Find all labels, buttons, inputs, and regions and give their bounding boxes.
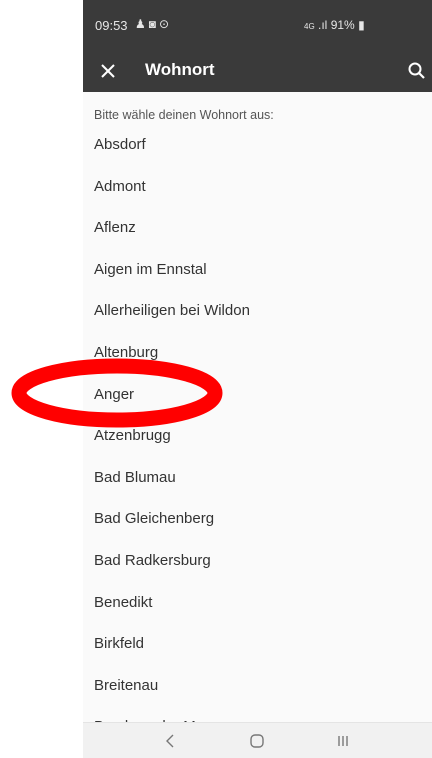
notification-icons: ♟◙⊙ bbox=[135, 17, 172, 31]
status-time: 09:53 bbox=[95, 18, 128, 33]
home-icon[interactable] bbox=[246, 731, 268, 751]
list-item[interactable]: Bad Gleichenberg bbox=[83, 504, 432, 546]
recents-icon[interactable] bbox=[332, 731, 354, 751]
back-chevron-icon[interactable] bbox=[160, 731, 182, 751]
close-icon[interactable] bbox=[95, 58, 121, 84]
place-list: Absdorf Admont Aflenz Aigen im Ennstal A… bbox=[83, 130, 432, 722]
list-item-anger[interactable]: Anger bbox=[83, 380, 432, 422]
battery-level: 91% bbox=[330, 18, 355, 32]
person-icon: ♟ bbox=[135, 17, 149, 31]
system-nav-bar bbox=[83, 722, 432, 758]
network-indicator: 4G bbox=[304, 22, 315, 31]
list-item[interactable]: Breitenau bbox=[83, 671, 432, 713]
status-right: 4G .ıl 91% ▮ bbox=[304, 18, 365, 32]
list-item[interactable]: Altenburg bbox=[83, 338, 432, 380]
place-list-container[interactable]: Bitte wähle deinen Wohnort aus: Absdorf … bbox=[83, 92, 432, 722]
list-item[interactable]: Benedikt bbox=[83, 588, 432, 630]
list-prompt: Bitte wähle deinen Wohnort aus: bbox=[94, 108, 274, 122]
list-item[interactable]: Admont bbox=[83, 172, 432, 214]
list-item[interactable]: Aigen im Ennstal bbox=[83, 255, 432, 297]
list-item[interactable]: Atzenbrugg bbox=[83, 421, 432, 463]
app-bar: Wohnort bbox=[83, 50, 432, 92]
list-item[interactable]: Bad Blumau bbox=[83, 463, 432, 505]
list-item[interactable]: Allerheiligen bei Wildon bbox=[83, 296, 432, 338]
list-item[interactable]: Bruck an der Mur bbox=[83, 712, 432, 722]
search-icon[interactable] bbox=[406, 60, 428, 82]
battery-icon: ▮ bbox=[358, 18, 365, 32]
page-title: Wohnort bbox=[145, 60, 215, 79]
list-item[interactable]: Absdorf bbox=[83, 130, 432, 172]
list-item[interactable]: Birkfeld bbox=[83, 629, 432, 671]
phone-screen: 09:53 ♟◙⊙ 4G .ıl 91% ▮ Wohnort Bitte wäh… bbox=[83, 0, 432, 758]
clock-icon: ⊙ bbox=[159, 17, 173, 31]
signal-icon: .ıl bbox=[318, 18, 328, 32]
list-item[interactable]: Bad Radkersburg bbox=[83, 546, 432, 588]
instagram-icon: ◙ bbox=[148, 17, 160, 31]
list-item[interactable]: Aflenz bbox=[83, 213, 432, 255]
status-bar: 09:53 ♟◙⊙ 4G .ıl 91% ▮ bbox=[83, 0, 432, 50]
